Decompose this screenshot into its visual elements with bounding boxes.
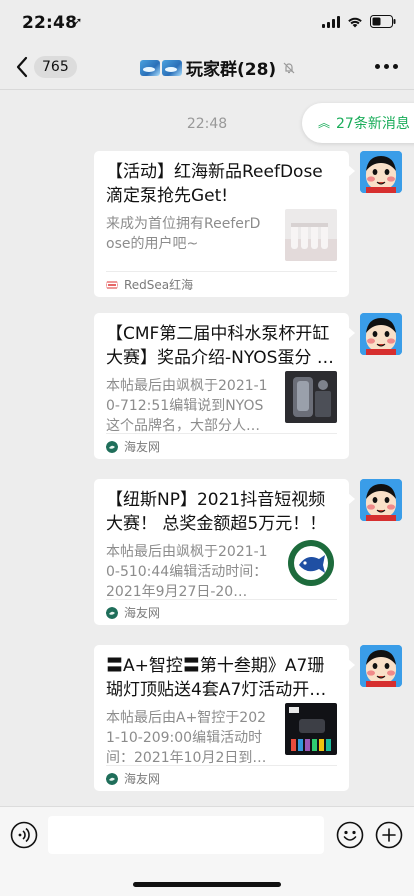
message-description: 来成为首位拥有ReeferDose的用户吧~ [106, 216, 261, 252]
source-name: 海友网 [124, 606, 161, 620]
sender-avatar[interactable] [360, 479, 402, 521]
haiyou-logo-icon [106, 607, 118, 619]
signal-icon [322, 15, 340, 28]
message-description: 本帖最后由飒枫于2021-10-510:44编辑活动时间：2021年9月27日-… [106, 544, 268, 600]
link-card-message[interactable]: 【CMF第二届中科水泵杯开缸大赛】奖品介绍-NYOS蛋分 … 本帖最后由飒枫于2… [94, 313, 355, 459]
message-title: 【CMF第二届中科水泵杯开缸大赛】奖品介绍-NYOS蛋分 … [106, 324, 334, 368]
message-title: 【纽斯NP】2021抖音短视频大赛！ 总奖金额超5万元！！ [106, 490, 327, 534]
message-source: RedSea红海 [106, 278, 193, 292]
mute-icon [283, 62, 295, 73]
status-icons [322, 15, 396, 28]
message-title: 【活动】红海新品ReefDose滴定泵抢先Get! [106, 162, 323, 206]
status-time: 22:48 [22, 13, 78, 33]
message-divider [106, 599, 337, 600]
message-thumbnail [285, 209, 337, 261]
message-divider [106, 271, 337, 272]
sender-avatar[interactable] [360, 151, 402, 193]
message-description: 本帖最后由A+智控于2021-10-209:00编辑活动时间：2021年10月2… [106, 710, 267, 766]
redsea-logo-icon [106, 281, 118, 289]
link-card-message[interactable]: 【纽斯NP】2021抖音短视频大赛！ 总奖金额超5万元！！ 本帖最后由飒枫于20… [94, 479, 355, 625]
message-thumbnail [285, 371, 337, 423]
more-icon[interactable] [375, 64, 398, 69]
location-arrow-icon: ➚ [73, 15, 83, 28]
message-thumbnail [285, 537, 337, 589]
emoji-icon[interactable] [336, 821, 364, 849]
haiyou-logo-icon [106, 441, 118, 453]
back-icon[interactable] [12, 54, 34, 80]
plus-icon[interactable] [375, 821, 403, 849]
message-source: 海友网 [106, 606, 160, 620]
home-indicator [133, 882, 281, 887]
wifi-icon [347, 16, 363, 28]
source-name: RedSea红海 [124, 278, 194, 292]
nav-divider [0, 89, 414, 90]
message-title: 〓A+智控〓第十叁期》A7珊瑚灯顶贴送4套A7灯活动开… [106, 656, 327, 700]
unread-count-badge[interactable]: 765 [34, 56, 77, 78]
message-thumbnail [285, 703, 337, 755]
chat-title-area[interactable]: 玩家群(28) [140, 55, 296, 80]
sender-avatar[interactable] [360, 645, 402, 687]
sender-avatar[interactable] [360, 313, 402, 355]
haiyou-logo-icon [106, 773, 118, 785]
new-messages-button[interactable]: ︽ 27条新消息 [302, 103, 414, 143]
new-messages-label: 27条新消息 [336, 116, 410, 132]
message-divider [106, 765, 337, 766]
double-chevron-up-icon: ︽ [318, 116, 331, 130]
status-bar: 22:48 ➚ [0, 0, 414, 44]
link-card-message[interactable]: 【活动】红海新品ReefDose滴定泵抢先Get! 来成为首位拥有ReeferD… [94, 151, 355, 297]
nav-bar: 765 玩家群(28) [0, 44, 414, 90]
message-source: 海友网 [106, 772, 160, 786]
voice-icon[interactable] [10, 821, 38, 849]
message-divider [106, 433, 337, 434]
wave-emoji-icon [140, 59, 182, 76]
chat-title: 玩家群(28) [186, 60, 277, 80]
message-input[interactable] [48, 816, 324, 854]
message-description: 本帖最后由飒枫于2021-10-712:51编辑说到NYOS这个品牌名，大部分人… [106, 378, 268, 434]
battery-icon [370, 15, 396, 28]
message-source: 海友网 [106, 440, 160, 454]
link-card-message[interactable]: 〓A+智控〓第十叁期》A7珊瑚灯顶贴送4套A7灯活动开… 本帖最后由A+智控于2… [94, 645, 355, 791]
source-name: 海友网 [124, 440, 161, 454]
source-name: 海友网 [124, 772, 161, 786]
